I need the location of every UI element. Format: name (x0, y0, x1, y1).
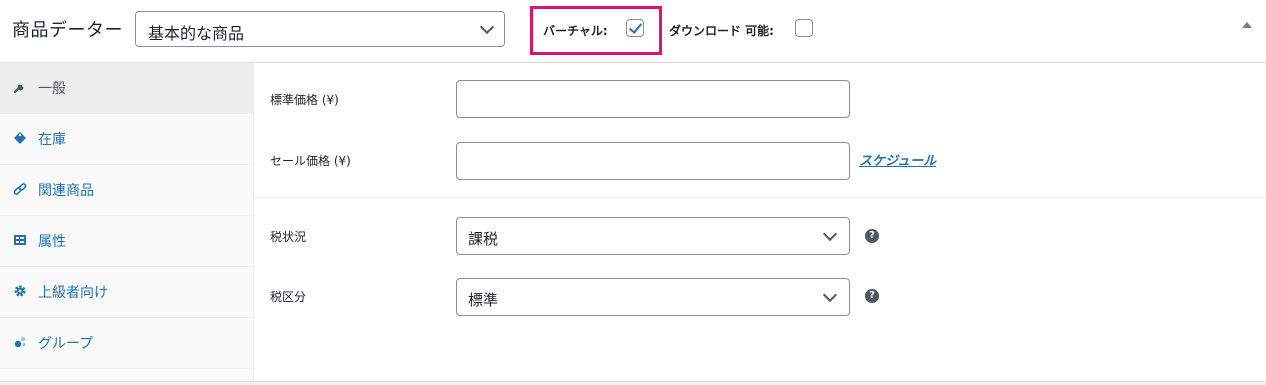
tax-status-label: 税状況 (270, 230, 307, 244)
checkmark-icon (628, 20, 643, 34)
section-divider (254, 197, 1266, 198)
tax-class-label: 税区分 (270, 290, 307, 304)
regular-price-input[interactable] (456, 80, 850, 118)
link-icon (13, 183, 27, 195)
tab-inventory[interactable]: 在庫 (0, 114, 253, 165)
downloadable-checkbox[interactable] (795, 19, 813, 37)
schedule-link[interactable]: スケジュール (859, 150, 936, 169)
help-icon[interactable]: ? (865, 289, 879, 303)
tab-attributes[interactable]: 属性 (0, 216, 253, 267)
tax-class-select[interactable]: 標準 (456, 278, 850, 316)
tab-label: 一般 (38, 81, 66, 97)
product-type-select[interactable]: 基本的な商品 (135, 11, 505, 47)
tab-label: グループ (38, 336, 94, 352)
chevron-down-icon (822, 226, 838, 242)
tab-advanced[interactable]: 上級者向け (0, 267, 253, 318)
tax-class-value: 標準 (468, 291, 499, 309)
sale-price-input[interactable] (456, 142, 850, 180)
tab-label: 上級者向け (38, 285, 108, 301)
help-icon[interactable]: ? (865, 229, 879, 243)
tab-label: 関連商品 (38, 183, 94, 199)
virtual-label: バーチャル: (543, 24, 608, 38)
chevron-down-icon (822, 287, 838, 303)
tab-label: 在庫 (38, 132, 66, 148)
panel-title: 商品データー (12, 20, 123, 41)
tax-status-select[interactable]: 課税 (456, 217, 850, 255)
tab-linked-products[interactable]: 関連商品 (0, 165, 253, 216)
chevron-down-icon (479, 19, 495, 35)
tab-label: 属性 (38, 234, 66, 250)
gear-icon (14, 285, 26, 297)
regular-price-label: 標準価格 (¥) (270, 93, 339, 107)
sale-price-label: セール価格 (¥) (270, 154, 351, 168)
tab-general[interactable]: 一般 (0, 63, 253, 114)
collapse-arrow-icon[interactable] (1242, 22, 1252, 28)
list-icon (14, 235, 26, 245)
wrench-icon (13, 84, 24, 94)
product-data-tabs: 一般 在庫 関連商品 属性 上級者向け グループ (0, 63, 254, 381)
virtual-checkbox[interactable] (626, 19, 644, 37)
panel-bottom-border (0, 381, 1266, 385)
groups-icon (14, 336, 26, 348)
tab-grouped[interactable]: グループ (0, 318, 253, 369)
product-data-header: 商品データー 基本的な商品 バーチャル: ダウンロード 可能: (0, 0, 1266, 63)
downloadable-label: ダウンロード 可能: (669, 24, 774, 38)
tax-status-value: 課税 (468, 230, 499, 248)
tag-icon (14, 132, 26, 144)
product-type-value: 基本的な商品 (148, 24, 245, 43)
